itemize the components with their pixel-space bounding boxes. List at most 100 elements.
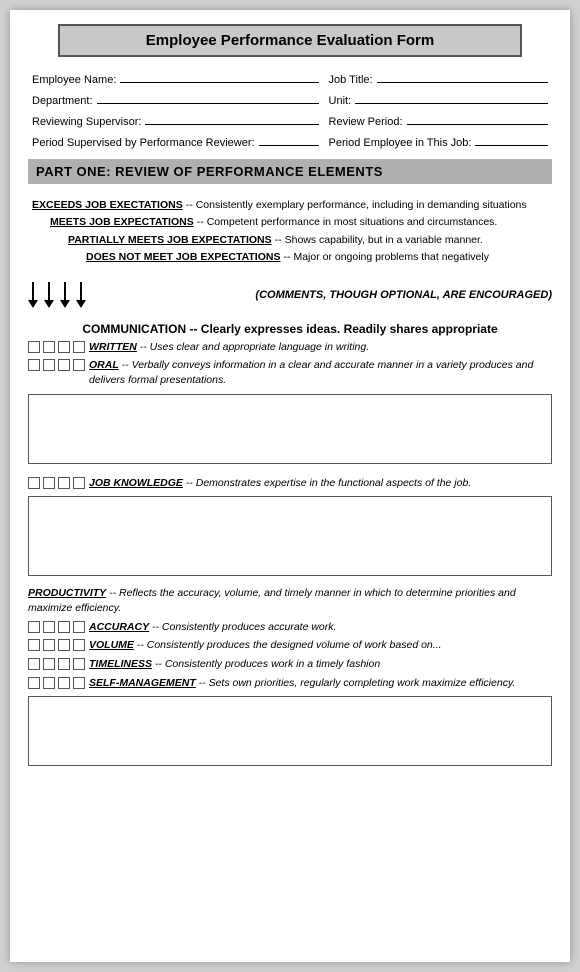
employee-fields: Employee Name: Job Title: Department: Un…	[28, 69, 552, 149]
page: Employee Performance Evaluation Form Emp…	[10, 10, 570, 962]
self-management-row: SELF-MANAGEMENT -- Sets own priorities, …	[28, 676, 552, 691]
legend-text-1: -- Consistently exemplary performance, i…	[186, 199, 527, 211]
arrow-1	[28, 282, 38, 308]
oral-cb-1[interactable]	[28, 359, 40, 371]
legend-item-2: MEETS JOB EXPECTATIONS -- Competent perf…	[32, 215, 548, 230]
oral-row: ORAL -- Verbally conveys information in …	[28, 358, 552, 387]
sm-cb-2[interactable]	[43, 677, 55, 689]
legend-bold-2: MEETS JOB EXPECTATIONS	[50, 216, 194, 228]
written-row: WRITTEN -- Uses clear and appropriate la…	[28, 340, 552, 355]
self-management-text: SELF-MANAGEMENT -- Sets own priorities, …	[89, 676, 515, 691]
legend-area: EXCEEDS JOB EXECTATIONS -- Consistently …	[28, 194, 552, 272]
jk-cb-3[interactable]	[58, 477, 70, 489]
accuracy-checkboxes	[28, 621, 85, 633]
comments-note: (COMMENTS, THOUGH OPTIONAL, ARE ENCOURAG…	[92, 289, 552, 301]
jk-cb-4[interactable]	[73, 477, 85, 489]
oral-cb-4[interactable]	[73, 359, 85, 371]
part-one-header: PART ONE: REVIEW OF PERFORMANCE ELEMENTS	[28, 159, 552, 184]
timeliness-text: TIMELINESS -- Consistently produces work…	[89, 657, 380, 672]
form-title: Employee Performance Evaluation Form	[72, 32, 508, 49]
oral-text: ORAL -- Verbally conveys information in …	[89, 358, 552, 387]
acc-cb-2[interactable]	[43, 621, 55, 633]
employee-name-row: Employee Name:	[32, 69, 319, 86]
oral-cb-3[interactable]	[58, 359, 70, 371]
volume-checkboxes	[28, 639, 85, 651]
legend-bold-1: EXCEEDS JOB EXECTATIONS	[32, 199, 183, 211]
job-knowledge-comment-box[interactable]	[28, 496, 552, 576]
written-cb-3[interactable]	[58, 341, 70, 353]
timeliness-row: TIMELINESS -- Consistently produces work…	[28, 657, 552, 672]
vol-cb-2[interactable]	[43, 639, 55, 651]
acc-cb-4[interactable]	[73, 621, 85, 633]
volume-text: VOLUME -- Consistently produces the desi…	[89, 638, 442, 653]
written-text: WRITTEN -- Uses clear and appropriate la…	[89, 340, 369, 355]
vol-cb-3[interactable]	[58, 639, 70, 651]
productivity-comment-box[interactable]	[28, 696, 552, 766]
communication-title: COMMUNICATION -- Clearly expresses ideas…	[28, 322, 552, 336]
unit-label: Unit:	[329, 95, 352, 107]
arrows-row: (COMMENTS, THOUGH OPTIONAL, ARE ENCOURAG…	[28, 278, 552, 314]
job-title-row: Job Title:	[329, 69, 548, 86]
sm-cb-1[interactable]	[28, 677, 40, 689]
form-title-box: Employee Performance Evaluation Form	[58, 24, 522, 57]
sm-cb-3[interactable]	[58, 677, 70, 689]
review-period-row: Review Period:	[329, 111, 548, 128]
tim-cb-4[interactable]	[73, 658, 85, 670]
oral-bold: ORAL	[89, 359, 119, 371]
period-employee-input[interactable]	[475, 132, 548, 146]
written-cb-1[interactable]	[28, 341, 40, 353]
job-knowledge-bold: JOB KNOWLEDGE	[89, 477, 183, 489]
reviewing-supervisor-label: Reviewing Supervisor:	[32, 116, 141, 128]
written-checkboxes	[28, 341, 85, 353]
arrow-3	[60, 282, 70, 308]
written-bold: WRITTEN	[89, 341, 137, 353]
communication-comment-box[interactable]	[28, 394, 552, 464]
tim-cb-1[interactable]	[28, 658, 40, 670]
reviewing-supervisor-row: Reviewing Supervisor:	[32, 111, 319, 128]
period-employee-row: Period Employee in This Job:	[329, 132, 548, 149]
volume-row: VOLUME -- Consistently produces the desi…	[28, 638, 552, 653]
productivity-title: PRODUCTIVITY -- Reflects the accuracy, v…	[28, 586, 552, 615]
legend-item-3: PARTIALLY MEETS JOB EXPECTATIONS -- Show…	[32, 233, 548, 248]
job-knowledge-row: JOB KNOWLEDGE -- Demonstrates expertise …	[28, 476, 552, 491]
tim-cb-2[interactable]	[43, 658, 55, 670]
reviewing-supervisor-input[interactable]	[145, 111, 318, 125]
job-title-label: Job Title:	[329, 74, 373, 86]
job-title-input[interactable]	[377, 69, 548, 83]
department-input[interactable]	[97, 90, 319, 104]
accuracy-text: ACCURACY -- Consistently produces accura…	[89, 620, 336, 635]
tim-cb-3[interactable]	[58, 658, 70, 670]
jk-cb-2[interactable]	[43, 477, 55, 489]
job-knowledge-checkboxes	[28, 477, 85, 489]
legend-bold-4: DOES NOT MEET JOB EXPECTATIONS	[86, 251, 280, 263]
oral-checkboxes	[28, 359, 85, 371]
self-mgmt-checkboxes	[28, 677, 85, 689]
written-cb-2[interactable]	[43, 341, 55, 353]
vol-cb-4[interactable]	[73, 639, 85, 651]
legend-text-3: -- Shows capability, but in a variable m…	[275, 234, 483, 246]
job-knowledge-text: JOB KNOWLEDGE -- Demonstrates expertise …	[89, 476, 471, 491]
legend-item-4: DOES NOT MEET JOB EXPECTATIONS -- Major …	[32, 250, 548, 265]
acc-cb-3[interactable]	[58, 621, 70, 633]
legend-item-1: EXCEEDS JOB EXECTATIONS -- Consistently …	[32, 198, 548, 213]
period-supervised-label: Period Supervised by Performance Reviewe…	[32, 137, 255, 149]
unit-row: Unit:	[329, 90, 548, 107]
acc-cb-1[interactable]	[28, 621, 40, 633]
legend-bold-3: PARTIALLY MEETS JOB EXPECTATIONS	[68, 234, 272, 246]
arrow-2	[44, 282, 54, 308]
accuracy-row: ACCURACY -- Consistently produces accura…	[28, 620, 552, 635]
sm-cb-4[interactable]	[73, 677, 85, 689]
oral-cb-2[interactable]	[43, 359, 55, 371]
unit-input[interactable]	[355, 90, 548, 104]
department-row: Department:	[32, 90, 319, 107]
written-cb-4[interactable]	[73, 341, 85, 353]
legend-text-4: -- Major or ongoing problems that negati…	[284, 251, 489, 263]
period-supervised-input[interactable]	[259, 132, 319, 146]
department-label: Department:	[32, 95, 93, 107]
review-period-label: Review Period:	[329, 116, 403, 128]
employee-name-input[interactable]	[120, 69, 318, 83]
review-period-input[interactable]	[407, 111, 548, 125]
vol-cb-1[interactable]	[28, 639, 40, 651]
jk-cb-1[interactable]	[28, 477, 40, 489]
timeliness-checkboxes	[28, 658, 85, 670]
